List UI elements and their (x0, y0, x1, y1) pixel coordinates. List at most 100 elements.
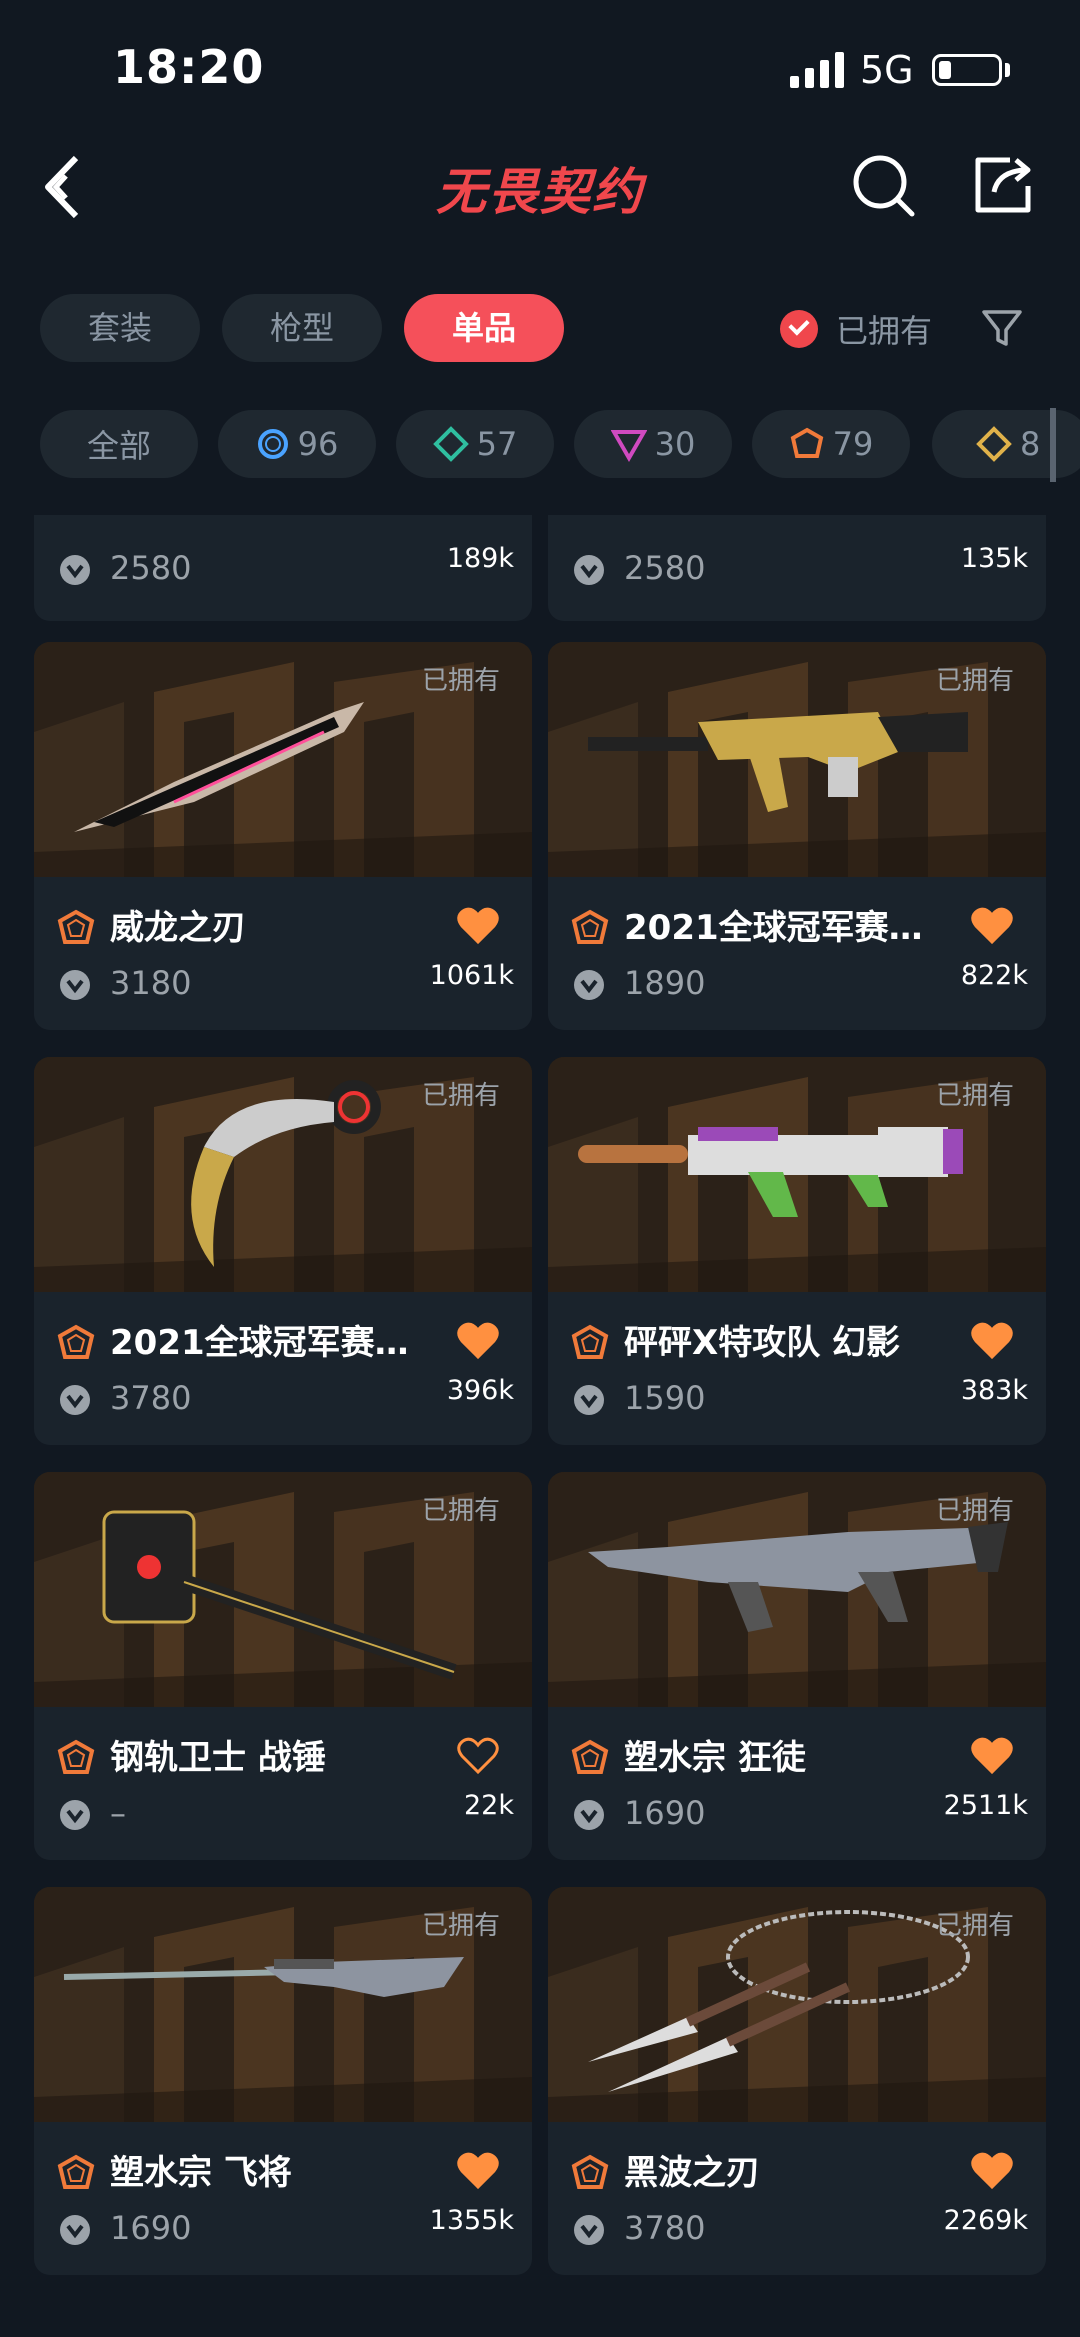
item-card[interactable]: 已拥有 塑水宗 狂徒 1690 2511k (548, 1472, 1046, 1860)
item-price: 1690 (624, 1794, 706, 1832)
triangle-icon (610, 430, 647, 462)
item-likes: 1061k (429, 960, 514, 991)
item-likes: 2269k (943, 2205, 1028, 2236)
pentagon-icon (57, 2154, 95, 2189)
item-name: 2021全球冠军赛… (624, 908, 923, 948)
search-icon[interactable] (850, 152, 916, 218)
valorant-points-icon (60, 1385, 90, 1415)
share-icon[interactable] (970, 152, 1036, 218)
chip-select[interactable]: 96 (218, 410, 376, 478)
item-card[interactable]: 已拥有 钢轨卫士 战锤 – 22k (34, 1472, 532, 1860)
item-image: 已拥有 (548, 1472, 1046, 1707)
diamond-icon (976, 426, 1012, 462)
item-likes: 189k (446, 543, 514, 574)
valorant-points-icon (574, 1800, 604, 1830)
diamond-icon (432, 426, 469, 462)
game-logo: 无畏契约 (436, 163, 644, 221)
rarity-chips: 全部 96 57 30 79 8 (0, 408, 1080, 482)
item-card[interactable]: 已拥有 2021全球冠军赛… 1890 822k (548, 642, 1046, 1030)
item-grid: 2580 189k 2580 135k 已拥有 威龙之刃 3180 1061k … (0, 515, 1080, 2337)
owned-tag: 已拥有 (421, 1496, 500, 1526)
ring-icon (257, 429, 288, 459)
chip-exclusive[interactable]: 79 (752, 410, 910, 478)
owned-tag: 已拥有 (935, 1496, 1014, 1526)
item-image: 已拥有 (548, 1887, 1046, 2122)
heart-icon[interactable] (457, 1737, 499, 1775)
valorant-points-icon (60, 555, 90, 585)
heart-icon[interactable] (457, 1322, 499, 1360)
pentagon-icon (571, 2154, 609, 2189)
item-image: 已拥有 (34, 1472, 532, 1707)
item-price: 2580 (110, 549, 192, 587)
heart-icon[interactable] (971, 2152, 1013, 2190)
owned-filter-toggle[interactable]: 已拥有 (780, 303, 932, 355)
signal-icon (790, 52, 844, 88)
item-name: 钢轨卫士 战锤 (110, 1738, 326, 1778)
valorant-points-icon (574, 970, 604, 1000)
tab-weapon-type[interactable]: 枪型 (222, 294, 382, 362)
item-name: 塑水宗 飞将 (110, 2153, 292, 2193)
item-price: – (110, 1794, 126, 1832)
pentagon-icon (571, 909, 609, 944)
item-card[interactable]: 已拥有 2021全球冠军赛… 3780 396k (34, 1057, 532, 1445)
item-image: 已拥有 (34, 1057, 532, 1292)
item-likes: 135k (960, 543, 1028, 574)
owned-tag: 已拥有 (935, 666, 1014, 696)
chevron-left-icon[interactable] (40, 154, 96, 220)
item-card[interactable]: 已拥有 塑水宗 飞将 1690 1355k (34, 1887, 532, 2275)
heart-icon[interactable] (971, 907, 1013, 945)
pentagon-icon (571, 1324, 609, 1359)
item-card-partial[interactable]: 2580 189k (34, 515, 532, 621)
pentagon-icon (571, 1739, 609, 1774)
valorant-points-icon (60, 970, 90, 1000)
chip-label: 8 (1020, 425, 1041, 463)
heart-icon[interactable] (457, 2152, 499, 2190)
chip-label: 57 (476, 425, 518, 463)
funnel-icon[interactable] (980, 306, 1024, 350)
status-bar: 18:20 5G (0, 0, 1080, 130)
item-card[interactable]: 已拥有 黑波之刃 3780 2269k (548, 1887, 1046, 2275)
item-price: 2580 (624, 549, 706, 587)
owned-tag: 已拥有 (421, 1081, 500, 1111)
chip-all[interactable]: 全部 (40, 410, 198, 478)
network-label: 5G (860, 48, 914, 92)
owned-filter-label: 已拥有 (836, 312, 933, 350)
item-image: 已拥有 (34, 642, 532, 877)
valorant-points-icon (60, 2215, 90, 2245)
battery-cap (1005, 63, 1010, 77)
item-likes: 2511k (943, 1790, 1028, 1821)
pentagon-icon (57, 1739, 95, 1774)
item-likes: 22k (464, 1790, 514, 1821)
owned-tag: 已拥有 (421, 1911, 500, 1941)
item-price: 1590 (624, 1379, 706, 1417)
item-name: 威龙之刃 (110, 908, 246, 948)
chip-ultra[interactable]: 8 (932, 410, 1080, 478)
item-image: 已拥有 (34, 1887, 532, 2122)
item-name: 砰砰X特攻队 幻影 (624, 1323, 901, 1363)
item-likes: 1355k (429, 2205, 514, 2236)
item-likes: 383k (960, 1375, 1028, 1406)
nav-bar: 无畏契约 (0, 130, 1080, 240)
owned-tag: 已拥有 (935, 1081, 1014, 1111)
checkmark-icon (780, 310, 818, 348)
heart-icon[interactable] (457, 907, 499, 945)
item-card[interactable]: 已拥有 砰砰X特攻队 幻影 1590 383k (548, 1057, 1046, 1445)
tab-bundle[interactable]: 套装 (40, 294, 200, 362)
valorant-points-icon (574, 2215, 604, 2245)
tab-single-item[interactable]: 单品 (404, 294, 564, 362)
item-price: 3780 (110, 1379, 192, 1417)
chip-premium[interactable]: 30 (574, 410, 732, 478)
pentagon-icon (790, 427, 823, 458)
pentagon-icon (57, 1324, 95, 1359)
item-card-partial[interactable]: 2580 135k (548, 515, 1046, 621)
pentagon-icon (57, 909, 95, 944)
chip-deluxe[interactable]: 57 (396, 410, 554, 478)
scroll-indicator (1050, 408, 1056, 482)
heart-icon[interactable] (971, 1737, 1013, 1775)
heart-icon[interactable] (971, 1322, 1013, 1360)
chip-label: 96 (297, 425, 339, 463)
valorant-points-icon (574, 555, 604, 585)
item-price: 3180 (110, 964, 192, 1002)
chip-label: 全部 (86, 427, 151, 465)
item-card[interactable]: 已拥有 威龙之刃 3180 1061k (34, 642, 532, 1030)
